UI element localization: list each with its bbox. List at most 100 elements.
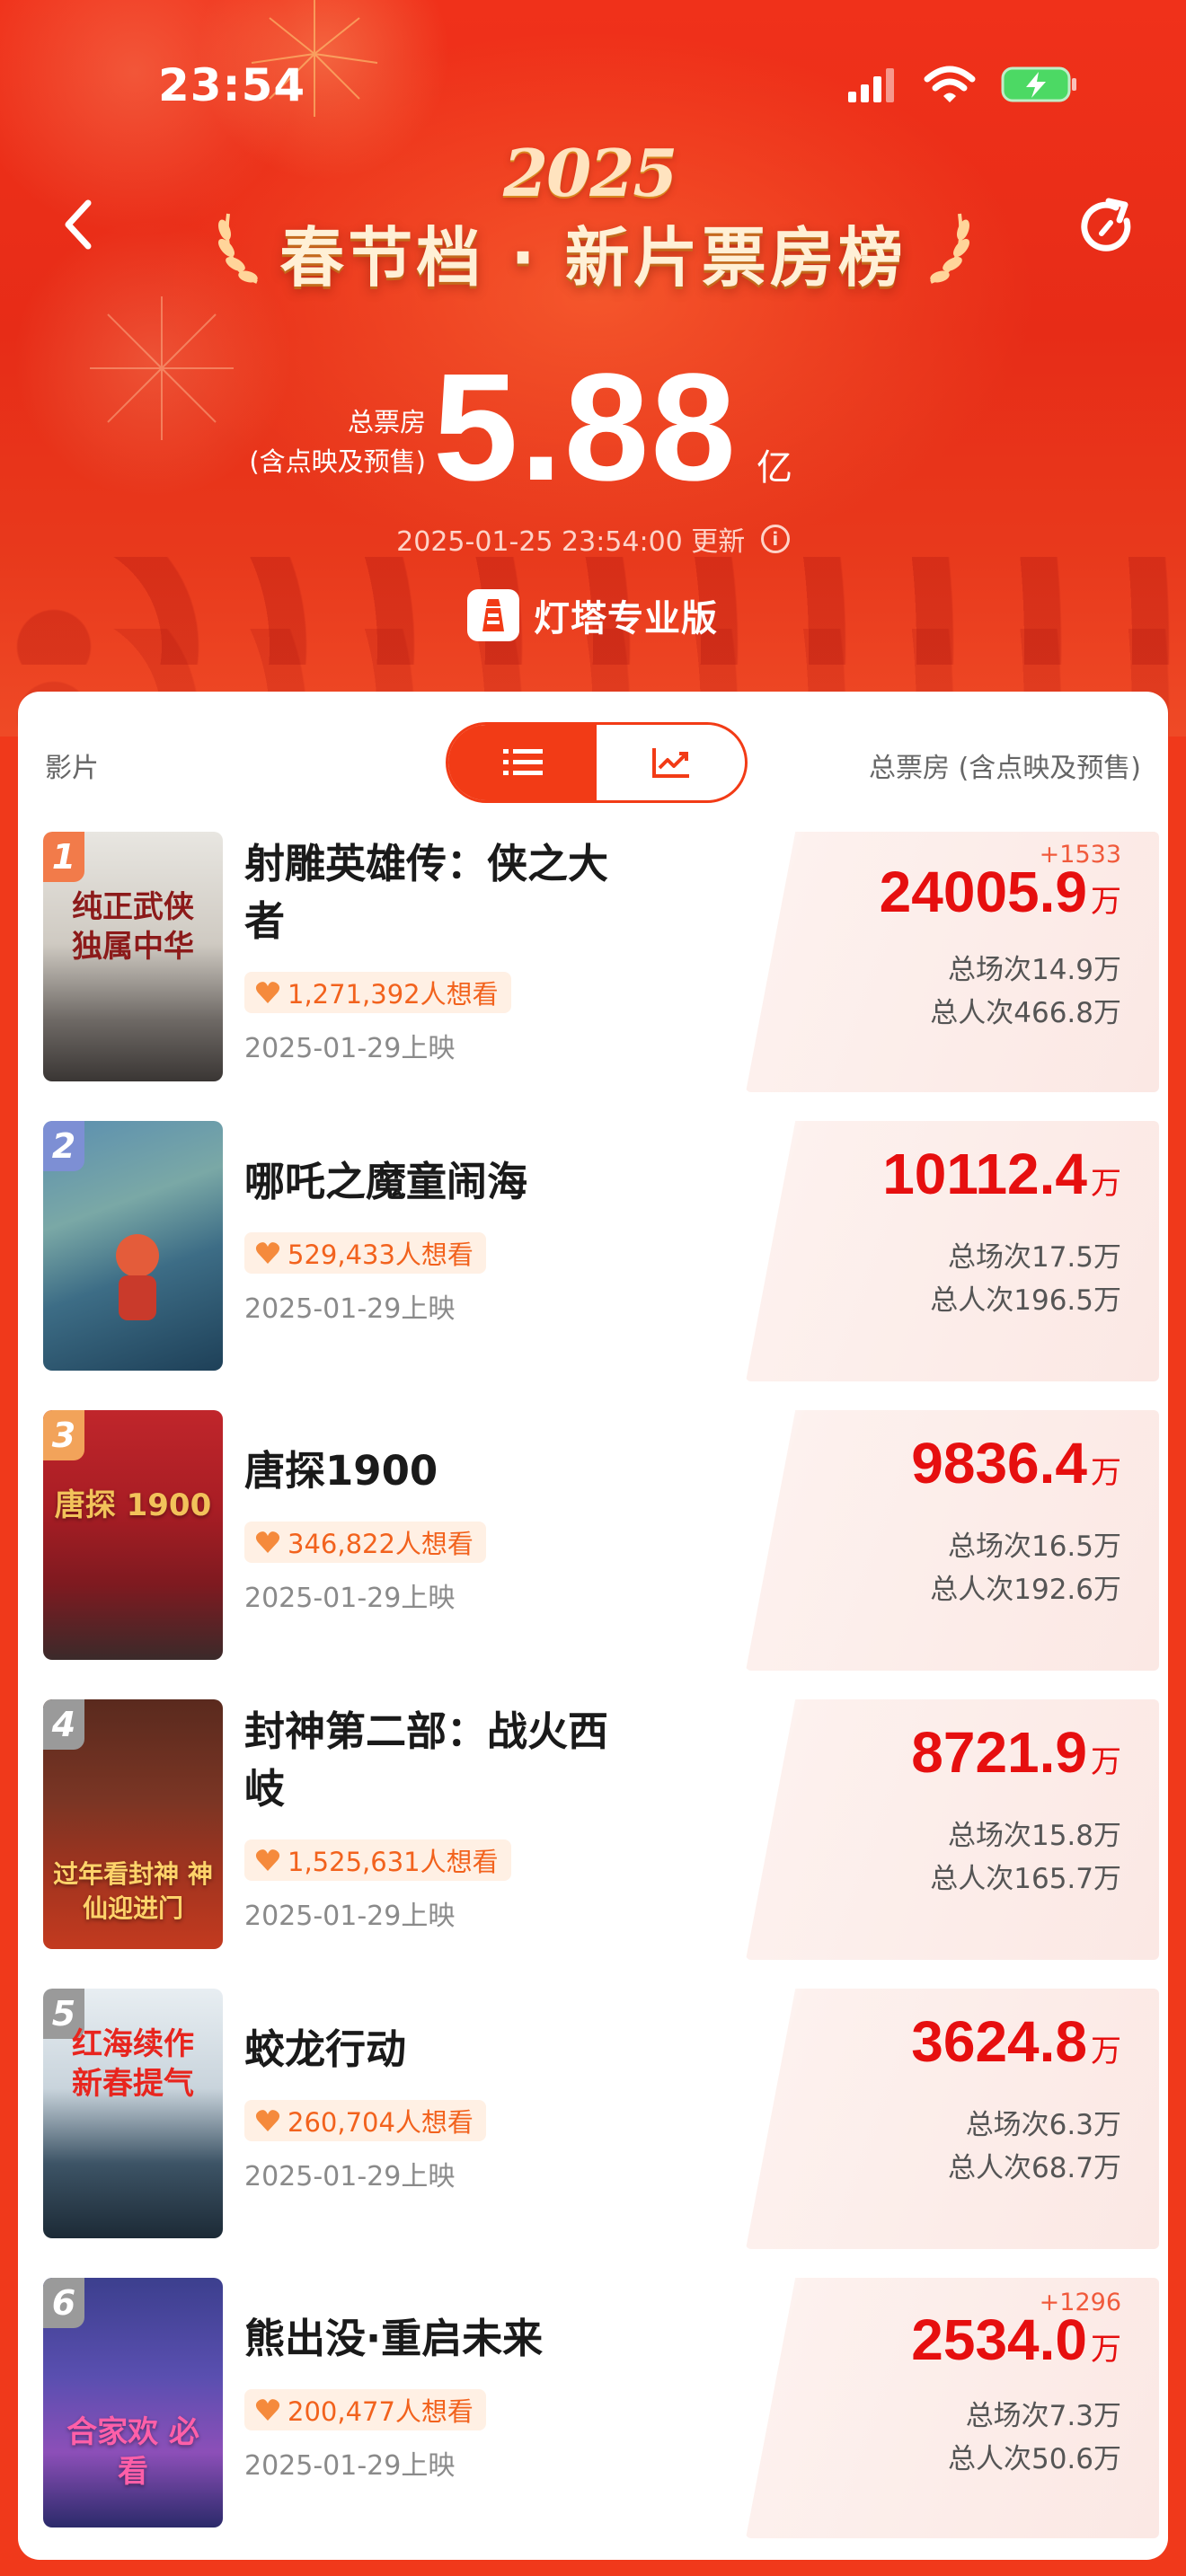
heart-icon [255,1531,280,1553]
release-date: 2025-01-29上映 [244,2450,456,2482]
film-row[interactable]: 4 过年看封神 神仙迎进门 封神第二部：战火西 岐 1,525,631人想看 2… [18,1699,1168,1969]
info-icon[interactable]: i [760,525,790,553]
header: 23:54 2025 春节档 · 新片票房榜 总票房 (含点映及预售) 5.88… [0,0,1186,737]
film-title: 哪吒之魔童闹海 [244,1153,667,1211]
laurel-right-icon [930,213,969,284]
poster-text: 纯正武侠 独属中华 [72,889,194,965]
total-sessions: 总场次16.5万 [947,1531,1121,1563]
poster-text: 合家欢 必看 [66,2414,199,2490]
want-count: 1,525,631人想看 [288,1847,499,1877]
rank-badge: 6 [43,2278,84,2328]
gross-value: 8721.9 万 [911,1719,1121,1786]
update-time-line: 2025-01-25 23:54:00 更新 i [0,519,1186,559]
want-to-watch-badge: 346,822人想看 [244,1522,486,1563]
film-poster: 3 唐探 1900 [43,1410,223,1660]
list-view-button[interactable] [448,725,597,800]
film-title-line2: 岐 [244,1765,286,1813]
page-title-wrap: 春节档 · 新片票房榜 [0,205,1186,299]
want-count: 1,271,392人想看 [288,979,499,1010]
total-label-line1: 总票房 [347,407,426,437]
film-title-line1: 唐探1900 [244,1447,438,1495]
column-total-label: 总票房 (含点映及预售) [869,753,1141,784]
film-poster: 5 红海续作 新春提气 [43,1989,223,2238]
release-date: 2025-01-29上映 [244,1033,456,1064]
gross-unit: 万 [1091,2034,1121,2069]
want-count: 260,704人想看 [288,2107,474,2138]
rank-badge: 2 [43,1121,84,1171]
cellular-signal-icon [848,68,894,102]
wifi-icon [924,66,976,102]
total-attendance: 总人次196.5万 [930,1284,1121,1317]
film-poster: 6 合家欢 必看 [43,2278,223,2527]
total-sessions: 总场次15.8万 [947,1820,1121,1852]
rank-badge: 3 [43,1410,84,1460]
film-title-line1: 蛟龙行动 [244,2025,407,2073]
total-box-office-value: 5.88 [433,342,738,513]
film-title-line2: 者 [244,897,286,945]
film-title-line1: 封神第二部：战火西 [244,1707,609,1755]
total-attendance: 总人次50.6万 [947,2443,1121,2475]
firework-decoration [90,296,234,440]
film-title-line1: 熊出没·重启未来 [244,2315,544,2362]
want-count: 529,433人想看 [288,1239,474,1270]
gross-value: 9836.4 万 [911,1430,1121,1496]
total-attendance: 总人次466.8万 [930,997,1121,1029]
heart-icon [255,2110,280,2131]
year-decoration: 2025 [503,135,677,211]
poster-text: 过年看封神 神仙迎进门 [53,1859,213,1923]
want-count: 346,822人想看 [288,1529,474,1559]
film-row[interactable]: 2 哪吒之魔童闹海 529,433人想看 2025-01-29上映 10112.… [18,1121,1168,1390]
gross-number: 3624.8 [911,2009,1087,2074]
page-title: 春节档 · 新片票房榜 [279,220,907,296]
release-date: 2025-01-29上映 [244,1901,456,1932]
total-sessions: 总场次6.3万 [965,2109,1121,2141]
release-date: 2025-01-29上映 [244,2161,456,2192]
gross-value: 2534.0 万 [911,2307,1121,2373]
gross-number: 10112.4 [882,1142,1087,1206]
film-title: 蛟龙行动 [244,2021,667,2078]
gross-unit: 万 [1091,1745,1121,1779]
heart-icon [255,2399,280,2421]
poster-text: 红海续作 新春提气 [72,2026,194,2102]
chart-view-button[interactable] [597,725,745,800]
gross-unit: 万 [1091,2333,1121,2367]
gross-number: 24005.9 [879,860,1087,924]
trend-chart-icon [651,748,689,778]
film-title: 射雕英雄传：侠之大 者 [244,835,667,950]
film-row[interactable]: 1 纯正武侠 独属中华 射雕英雄传：侠之大 者 1,271,392人想看 202… [18,832,1168,1101]
film-title-line1: 射雕英雄传：侠之大 [244,840,609,887]
release-date: 2025-01-29上映 [244,1293,456,1325]
brand-name: 灯塔专业版 [534,598,718,640]
update-time: 2025-01-25 23:54:00 更新 [396,526,746,558]
ranking-card: 影片 总票房 (含点映及预售) 1 纯正武侠 独属中华 射雕英雄传：侠之大 者 [18,692,1168,2560]
total-sessions: 总场次7.3万 [965,2400,1121,2432]
total-label-line2: (含点映及预售) [249,446,426,477]
total-attendance: 总人次192.6万 [930,1574,1121,1606]
want-to-watch-badge: 1,271,392人想看 [244,972,511,1013]
release-date: 2025-01-29上映 [244,1583,456,1614]
film-poster: 2 [43,1121,223,1371]
rank-badge: 4 [43,1699,84,1750]
gross-number: 2534.0 [911,2307,1087,2372]
rank-badge: 1 [43,832,84,882]
lighthouse-logo-icon [467,589,519,641]
film-row[interactable]: 5 红海续作 新春提气 蛟龙行动 260,704人想看 2025-01-29上映… [18,1989,1168,2258]
total-attendance: 总人次68.7万 [947,2152,1121,2184]
gross-value: 10112.4 万 [882,1141,1121,1207]
total-sessions: 总场次17.5万 [947,1241,1121,1274]
view-toggle [446,722,748,803]
list-icon [502,749,543,775]
film-poster: 1 纯正武侠 独属中华 [43,832,223,1081]
gross-unit: 万 [1091,1456,1121,1490]
want-to-watch-badge: 529,433人想看 [244,1232,486,1274]
film-poster: 4 过年看封神 神仙迎进门 [43,1699,223,1949]
gross-unit: 万 [1091,885,1121,919]
film-title-line1: 哪吒之魔童闹海 [244,1158,528,1205]
gross-unit: 万 [1091,1167,1121,1201]
gross-value: 24005.9 万 [880,859,1121,925]
film-row[interactable]: 6 合家欢 必看 熊出没·重启未来 200,477人想看 2025-01-29上… [18,2278,1168,2547]
gross-number: 8721.9 [911,1720,1087,1785]
film-row[interactable]: 3 唐探 1900 唐探1900 346,822人想看 2025-01-29上映… [18,1410,1168,1680]
brand[interactable]: 灯塔专业版 [467,589,718,641]
want-to-watch-badge: 1,525,631人想看 [244,1839,511,1881]
